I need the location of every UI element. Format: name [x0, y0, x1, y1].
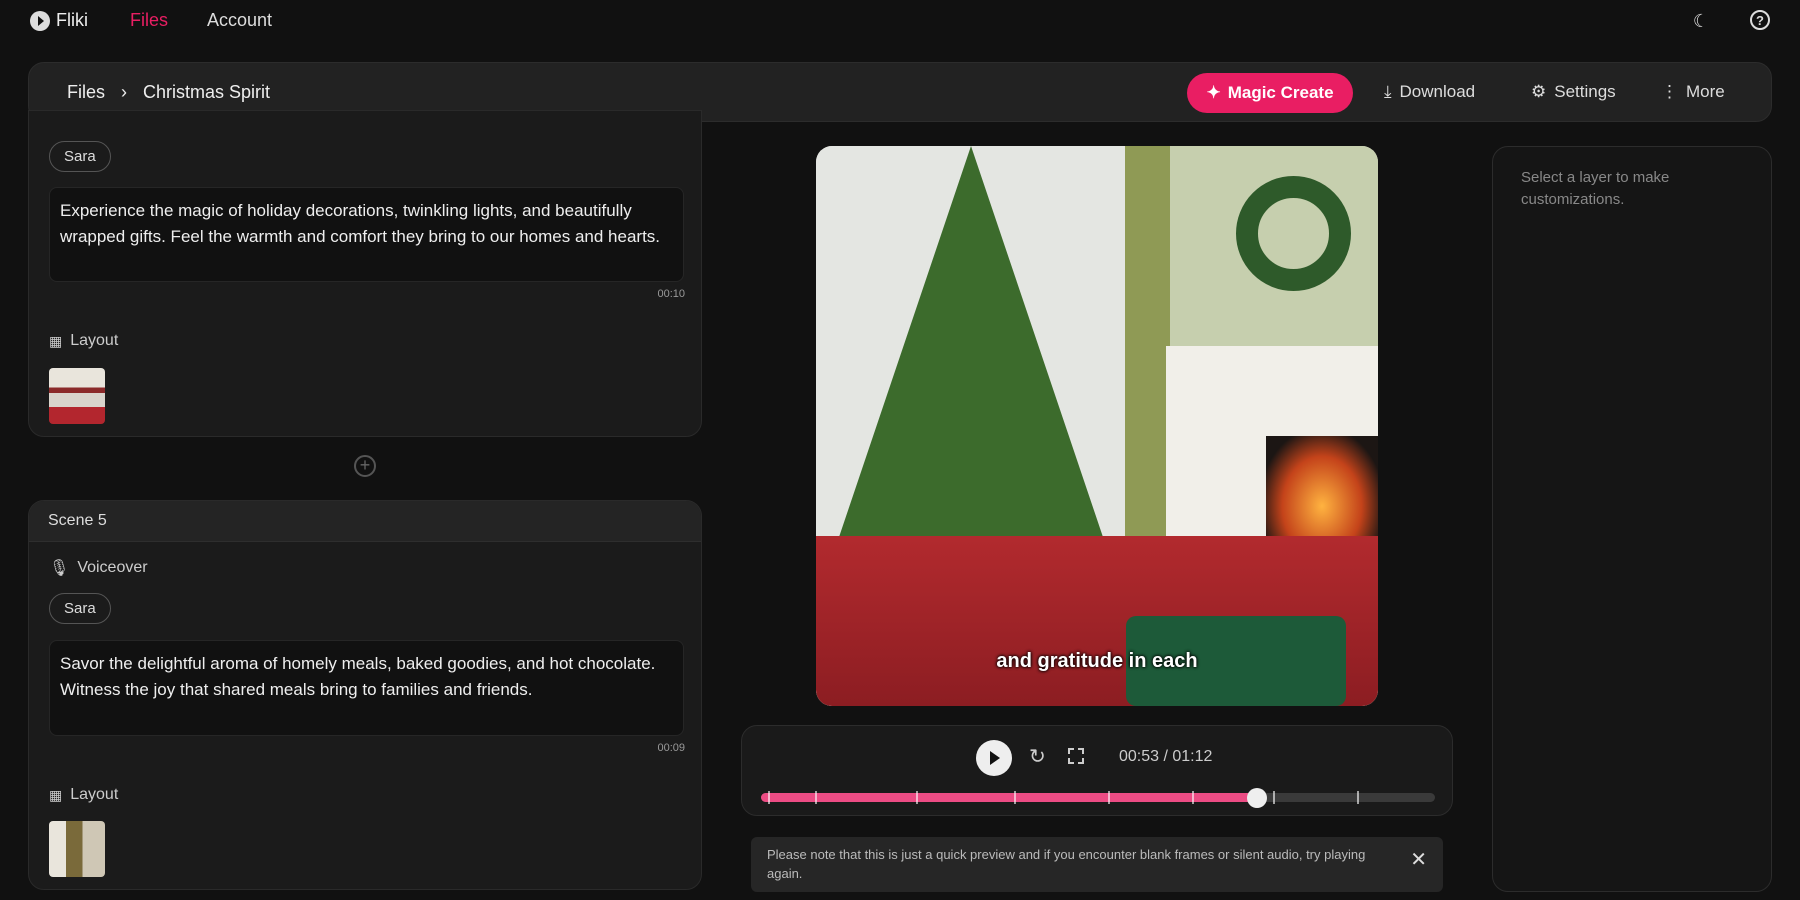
breadcrumb-files[interactable]: Files [67, 82, 105, 103]
progress-thumb[interactable] [1247, 788, 1268, 808]
scene-text[interactable]: Experience the magic of holiday decorati… [49, 187, 684, 282]
breadcrumb-current: Christmas Spirit [143, 82, 271, 102]
microphone-icon: 🎙︎ [49, 560, 70, 577]
time-display: 00:53 / 01:12 [1119, 748, 1213, 765]
brand-name: Fliki [56, 10, 88, 30]
voice-chip[interactable]: Sara [49, 141, 111, 172]
wreath [1236, 176, 1351, 291]
scene-marker [1357, 791, 1360, 804]
brand[interactable]: Fliki [30, 10, 88, 31]
nav-files[interactable]: Files [130, 10, 168, 31]
top-nav: Fliki Files Account ☾ ? [0, 0, 1800, 42]
help-icon[interactable]: ? [1750, 10, 1770, 30]
video-preview[interactable]: and gratitude in each [816, 146, 1378, 706]
magic-create-button[interactable]: ✦ Magic Create [1187, 73, 1353, 113]
magic-create-label: Magic Create [1227, 83, 1334, 102]
scene-duration: 00:10 [657, 288, 685, 300]
layout-grid-icon: ▦ [49, 786, 63, 803]
layout-grid-icon: ▦ [49, 332, 63, 349]
scene-marker [1108, 791, 1111, 804]
scene-marker [1013, 791, 1016, 804]
chevron-right-icon: › [121, 82, 128, 102]
fliki-logo-icon [30, 10, 50, 31]
layer-hint: Select a layer to make customizations. [1521, 169, 1670, 208]
gear-icon: ⚙ [1531, 82, 1547, 101]
add-scene-icon[interactable]: + [354, 455, 376, 477]
settings-button[interactable]: ⚙ Settings [1531, 82, 1616, 102]
scene-card-5: Scene 5 🎙︎ Voiceover Sara Savor the delig… [28, 500, 702, 890]
breadcrumb: Files › Christmas Spirit [67, 82, 270, 103]
scene-marker [916, 791, 919, 804]
progress-fill [761, 793, 1258, 802]
progress-slider[interactable] [761, 788, 1435, 808]
properties-panel: Select a layer to make customizations. [1492, 146, 1772, 892]
download-icon: ⤓ [1384, 82, 1392, 101]
sparkle-icon: ✦ [1206, 83, 1221, 102]
layout-thumbnail[interactable] [49, 368, 105, 424]
moon-icon[interactable]: ☾ [1690, 10, 1712, 32]
player-controls: ↻ 00:53 / 01:12 [741, 725, 1453, 816]
scene-marker [814, 791, 817, 804]
download-label: Download [1399, 82, 1476, 101]
replay-icon[interactable]: ↻ [1029, 744, 1046, 769]
preview-notice: Please note that this is just a quick pr… [751, 837, 1443, 892]
settings-label: Settings [1554, 82, 1616, 101]
scene-marker [767, 791, 770, 804]
scene-card-4: Sara Experience the magic of holiday dec… [28, 110, 702, 437]
close-icon[interactable]: ✕ [1410, 850, 1427, 870]
layout-thumbnail[interactable] [49, 821, 105, 877]
fullscreen-icon[interactable] [1068, 748, 1084, 764]
fireplace-fire [1266, 436, 1378, 536]
scene-title[interactable]: Scene 5 [29, 501, 701, 542]
video-caption: and gratitude in each [996, 650, 1198, 672]
layout-label: ▦ Layout [49, 786, 119, 803]
voiceover-label: 🎙︎ Voiceover [49, 559, 148, 577]
more-label: More [1686, 82, 1725, 101]
voice-chip[interactable]: Sara [49, 593, 111, 624]
notice-text: Please note that this is just a quick pr… [767, 847, 1366, 881]
play-icon [990, 751, 1000, 765]
layout-label: ▦ Layout [49, 332, 119, 349]
nav-account[interactable]: Account [207, 10, 272, 31]
download-button[interactable]: ⤓ Download [1384, 82, 1475, 102]
more-button[interactable]: ⋮ More [1661, 82, 1725, 102]
scene-text[interactable]: Savor the delightful aroma of homely mea… [49, 640, 684, 736]
scene-marker [1192, 791, 1195, 804]
play-button[interactable] [976, 740, 1012, 776]
scene-duration: 00:09 [657, 742, 685, 754]
more-vertical-icon: ⋮ [1661, 82, 1678, 101]
scene-marker [1273, 791, 1276, 804]
